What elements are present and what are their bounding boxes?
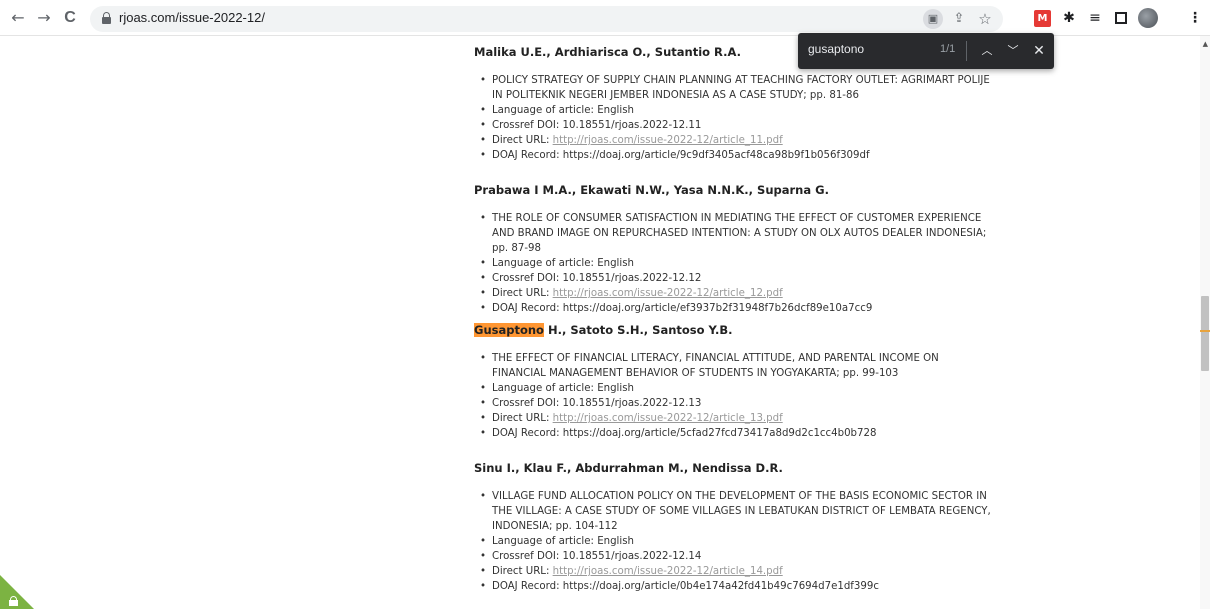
- article-direct-url: Direct URL: http://rjoas.com/issue-2022-…: [480, 286, 994, 301]
- article-doi: Crossref DOI: 10.18551/rjoas.2022-12.11: [480, 118, 994, 133]
- browser-toolbar: ← → C rjoas.com/issue-2022-12/ ▣ ⇪ ☆ M ✱…: [0, 0, 1210, 36]
- lock-icon[interactable]: [102, 12, 111, 25]
- article-authors: Malika U.E., Ardhiarisca O., Sutantio R.…: [474, 45, 741, 59]
- article-authors: Gusaptono H., Satoto S.H., Santoso Y.B.: [474, 323, 733, 337]
- article-authors: Prabawa I M.A., Ekawati N.W., Yasa N.N.K…: [474, 183, 829, 197]
- reading-list-icon[interactable]: ≡: [1085, 8, 1105, 28]
- search-highlight: Gusaptono: [474, 323, 544, 337]
- reload-button[interactable]: C: [60, 8, 80, 28]
- article-doaj: DOAJ Record: https://doaj.org/article/5c…: [480, 426, 994, 441]
- back-button[interactable]: ←: [8, 8, 28, 28]
- article-title: THE EFFECT OF FINANCIAL LITERACY, FINANC…: [480, 351, 994, 381]
- article-title: POLICY STRATEGY OF SUPPLY CHAIN PLANNING…: [480, 73, 994, 103]
- corner-badge[interactable]: [0, 575, 34, 609]
- forward-button[interactable]: →: [34, 8, 54, 28]
- article-doi: Crossref DOI: 10.18551/rjoas.2022-12.13: [480, 396, 994, 411]
- article-direct-url: Direct URL: http://rjoas.com/issue-2022-…: [480, 411, 994, 426]
- article-doi: Crossref DOI: 10.18551/rjoas.2022-12.14: [480, 549, 994, 564]
- scroll-up-arrow-icon[interactable]: ▲: [1203, 40, 1208, 48]
- article-title: THE ROLE OF CONSUMER SATISFACTION IN MED…: [480, 211, 994, 256]
- article-pdf-link[interactable]: http://rjoas.com/issue-2022-12/article_1…: [553, 288, 783, 299]
- article-direct-url: Direct URL: http://rjoas.com/issue-2022-…: [480, 133, 994, 148]
- find-next-button[interactable]: ﹀: [1004, 42, 1022, 60]
- star-icon[interactable]: ☆: [975, 9, 995, 29]
- address-bar[interactable]: rjoas.com/issue-2022-12/ ▣ ⇪ ☆: [90, 6, 1003, 32]
- lock-icon: [9, 596, 18, 606]
- article-language: Language of article: English: [480, 103, 994, 118]
- find-match-marker: [1200, 330, 1210, 332]
- side-panel-icon[interactable]: [1111, 8, 1131, 28]
- article-authors: Sinu I., Klau F., Abdurrahman M., Nendis…: [474, 461, 783, 475]
- article-pdf-link[interactable]: http://rjoas.com/issue-2022-12/article_1…: [553, 135, 783, 146]
- article-pdf-link[interactable]: http://rjoas.com/issue-2022-12/article_1…: [553, 566, 783, 577]
- article-doaj: DOAJ Record: https://doaj.org/article/ef…: [480, 301, 994, 316]
- article-language: Language of article: English: [480, 256, 994, 271]
- more-menu-icon[interactable]: ⋮: [1185, 8, 1205, 28]
- article-pdf-link[interactable]: http://rjoas.com/issue-2022-12/article_1…: [553, 413, 783, 424]
- article-doaj: DOAJ Record: https://doaj.org/article/9c…: [480, 148, 994, 163]
- find-close-button[interactable]: ✕: [1030, 42, 1048, 60]
- profile-avatar[interactable]: [1138, 8, 1158, 28]
- article-title: VILLAGE FUND ALLOCATION POLICY ON THE DE…: [480, 489, 994, 534]
- article-doaj: DOAJ Record: https://doaj.org/article/0b…: [480, 579, 994, 594]
- article-entry: Sinu I., Klau F., Abdurrahman M., Nendis…: [474, 461, 994, 594]
- red-extension-icon[interactable]: M: [1034, 10, 1051, 27]
- url-text[interactable]: rjoas.com/issue-2022-12/: [119, 10, 265, 25]
- share-icon[interactable]: ⇪: [949, 9, 969, 29]
- article-language: Language of article: English: [480, 534, 994, 549]
- scrollbar-thumb[interactable]: [1201, 296, 1209, 371]
- article-direct-url: Direct URL: http://rjoas.com/issue-2022-…: [480, 564, 994, 579]
- article-language: Language of article: English: [480, 381, 994, 396]
- page-info-icon[interactable]: ▣: [923, 9, 943, 29]
- article-entry: Malika U.E., Ardhiarisca O., Sutantio R.…: [474, 45, 994, 163]
- puzzle-icon[interactable]: ✱: [1059, 8, 1079, 28]
- article-doi: Crossref DOI: 10.18551/rjoas.2022-12.12: [480, 271, 994, 286]
- article-entry: Gusaptono H., Satoto S.H., Santoso Y.B. …: [474, 323, 994, 441]
- article-entry: Prabawa I M.A., Ekawati N.W., Yasa N.N.K…: [474, 183, 994, 316]
